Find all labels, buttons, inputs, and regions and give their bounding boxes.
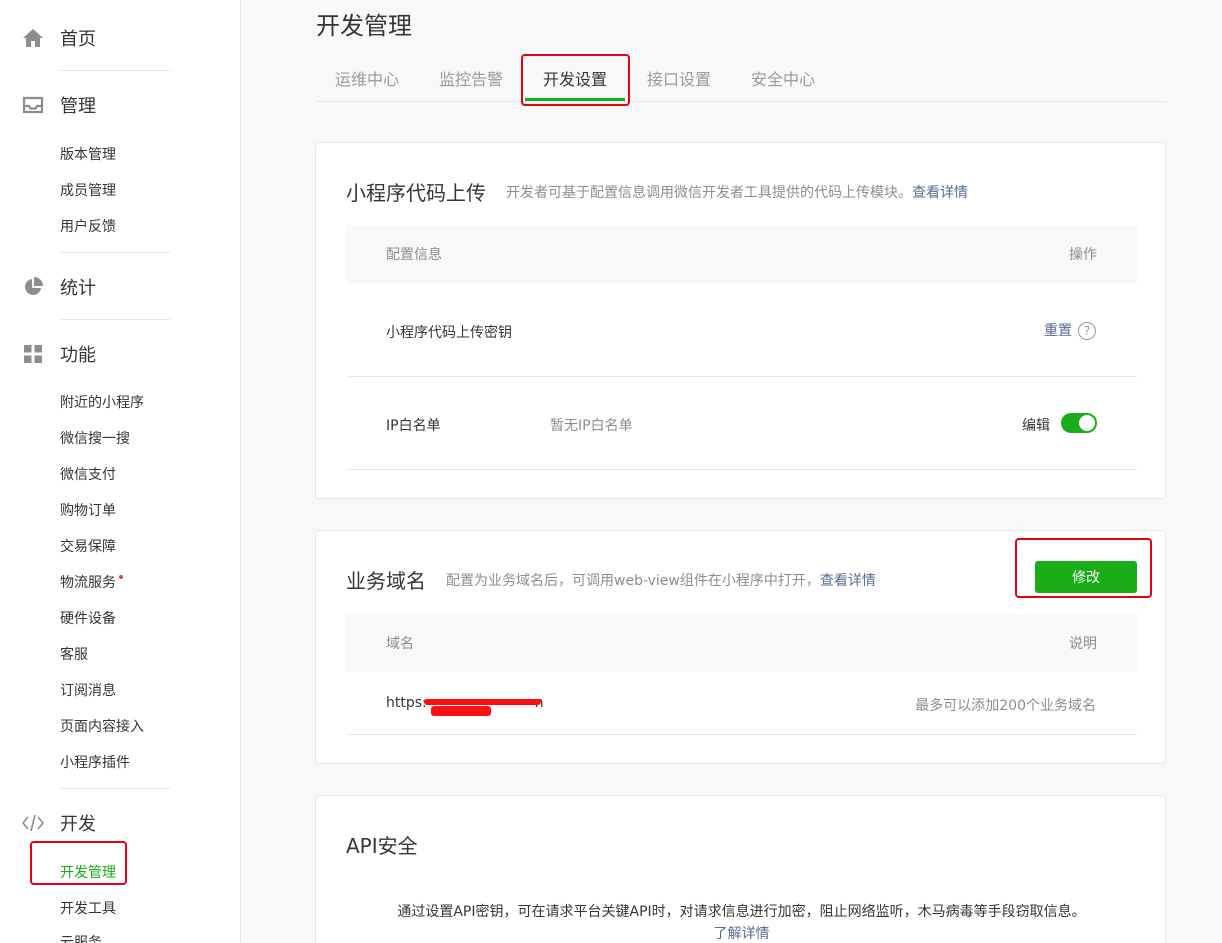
divider xyxy=(60,70,170,71)
domain-table-header: 域名 说明 xyxy=(346,614,1137,672)
sidebar-item-hardware[interactable]: 硬件设备 xyxy=(60,609,116,629)
edit-link[interactable]: 编辑 xyxy=(1022,415,1050,435)
upload-key-label: 小程序代码上传密钥 xyxy=(386,325,512,341)
col-domain: 域名 xyxy=(386,636,414,652)
tab-dev-settings[interactable]: 开发设置 xyxy=(543,70,607,90)
sidebar-item-version[interactable]: 版本管理 xyxy=(60,145,116,165)
home-icon xyxy=(22,27,44,49)
nav-group-dev-label: 开发 xyxy=(60,814,96,835)
divider xyxy=(60,252,170,253)
ip-whitelist-label: IP白名单 xyxy=(386,418,441,434)
nav-home[interactable]: 首页 xyxy=(0,18,241,58)
question-icon[interactable]: ? xyxy=(1078,322,1096,340)
nav-group-manage-label: 管理 xyxy=(60,96,96,117)
sidebar-item-content[interactable]: 页面内容接入 xyxy=(60,717,144,737)
pie-chart-icon xyxy=(22,276,44,298)
sidebar-item-guarantee[interactable]: 交易保障 xyxy=(60,537,116,557)
nav-group-manage[interactable]: 管理 xyxy=(0,85,241,125)
upload-title: 小程序代码上传 xyxy=(346,181,486,205)
upload-key-action: 重置? xyxy=(1044,320,1096,340)
tab-api-settings[interactable]: 接口设置 xyxy=(647,70,711,90)
domain-card: 业务域名 配置为业务域名后，可调用web-view组件在小程序中打开，查看详情 … xyxy=(315,530,1166,764)
col-action: 操作 xyxy=(1069,247,1097,263)
sidebar-item-search[interactable]: 微信搜一搜 xyxy=(60,429,130,449)
col-note: 说明 xyxy=(1069,636,1097,652)
api-detail-link[interactable]: 了解详情 xyxy=(316,923,1167,943)
code-icon xyxy=(22,812,44,834)
sidebar-item-dev-tools[interactable]: 开发工具 xyxy=(60,899,116,919)
sidebar: 首页 管理 版本管理 成员管理 用户反馈 统计 功能 附近的小程序 微信搜一搜 … xyxy=(0,0,241,943)
sidebar-item-plugins[interactable]: 小程序插件 xyxy=(60,753,130,773)
upload-detail-link[interactable]: 查看详情 xyxy=(912,185,968,201)
nav-home-label: 首页 xyxy=(60,29,96,50)
sidebar-item-orders[interactable]: 购物订单 xyxy=(60,501,116,521)
nav-group-features-label: 功能 xyxy=(60,345,96,366)
row-divider xyxy=(346,376,1137,377)
nav-group-features[interactable]: 功能 xyxy=(0,334,241,374)
domain-note: 最多可以添加200个业务域名 xyxy=(915,698,1096,714)
api-title: API安全 xyxy=(346,834,418,858)
sidebar-item-logistics-label: 物流服务 xyxy=(60,575,116,591)
sidebar-item-cloud[interactable]: 云服务 xyxy=(60,933,102,943)
api-card: API安全 通过设置API密钥，可在请求平台关键API时，对请求信息进行加密，阻… xyxy=(315,795,1166,943)
domain-title: 业务域名 xyxy=(346,569,426,593)
modify-button[interactable]: 修改 xyxy=(1035,561,1137,593)
page-title: 开发管理 xyxy=(316,12,412,40)
reset-link[interactable]: 重置 xyxy=(1044,323,1072,339)
sidebar-item-pay[interactable]: 微信支付 xyxy=(60,465,116,485)
col-config: 配置信息 xyxy=(386,247,442,263)
nav-group-dev[interactable]: 开发 xyxy=(0,803,241,843)
inbox-icon xyxy=(22,94,44,116)
domain-desc: 配置为业务域名后，可调用web-view组件在小程序中打开，查看详情 xyxy=(446,570,876,590)
active-tab-indicator xyxy=(525,98,625,101)
domain-desc-text: 配置为业务域名后，可调用web-view组件在小程序中打开， xyxy=(446,573,820,589)
sidebar-item-service[interactable]: 客服 xyxy=(60,645,88,665)
redaction-mark xyxy=(424,699,541,705)
domain-prefix: https: xyxy=(386,695,427,711)
ip-whitelist-toggle[interactable] xyxy=(1061,413,1097,433)
grid-icon xyxy=(22,343,44,365)
api-desc: 通过设置API密钥，可在请求平台关键API时，对请求信息进行加密，阻止网络监听，… xyxy=(397,904,1086,920)
sidebar-item-members[interactable]: 成员管理 xyxy=(60,181,116,201)
upload-desc: 开发者可基于配置信息调用微信开发者工具提供的代码上传模块。查看详情 xyxy=(506,182,968,202)
ip-whitelist-value: 暂无IP白名单 xyxy=(550,418,633,434)
sidebar-item-feedback[interactable]: 用户反馈 xyxy=(60,217,116,237)
upload-card: 小程序代码上传 开发者可基于配置信息调用微信开发者工具提供的代码上传模块。查看详… xyxy=(315,142,1166,499)
sidebar-item-subscribe[interactable]: 订阅消息 xyxy=(60,681,116,701)
domain-detail-link[interactable]: 查看详情 xyxy=(820,573,876,589)
sidebar-item-logistics[interactable]: 物流服务 xyxy=(60,573,123,593)
new-badge-dot xyxy=(119,575,123,579)
sidebar-item-nearby[interactable]: 附近的小程序 xyxy=(60,393,144,413)
nav-group-stats-label: 统计 xyxy=(60,278,96,299)
tab-security[interactable]: 安全中心 xyxy=(751,70,815,90)
sidebar-item-dev-manage[interactable]: 开发管理 xyxy=(60,863,116,883)
tab-bar: 运维中心 监控告警 开发设置 接口设置 安全中心 xyxy=(316,58,1166,102)
upload-desc-text: 开发者可基于配置信息调用微信开发者工具提供的代码上传模块。 xyxy=(506,185,912,201)
tab-ops[interactable]: 运维中心 xyxy=(335,70,399,90)
row-divider xyxy=(346,469,1137,470)
nav-group-stats[interactable]: 统计 xyxy=(0,267,241,307)
divider xyxy=(60,788,170,789)
upload-table-header: 配置信息 操作 xyxy=(346,225,1137,283)
row-divider xyxy=(346,734,1137,735)
divider xyxy=(60,319,170,320)
tab-monitor[interactable]: 监控告警 xyxy=(439,70,503,90)
redaction-mark xyxy=(431,706,491,716)
